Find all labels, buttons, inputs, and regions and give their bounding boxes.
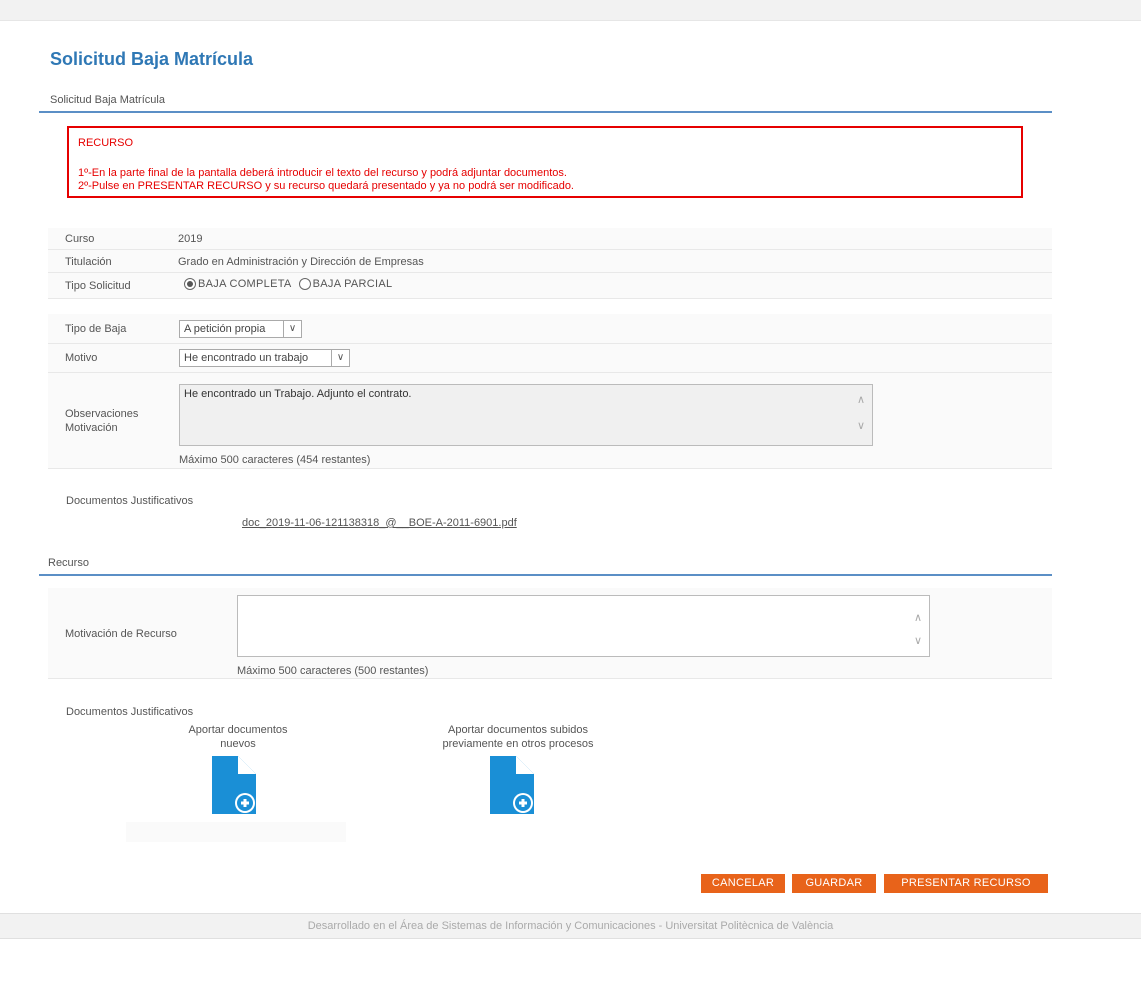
add-document-icon[interactable]	[212, 756, 256, 814]
radio-baja-parcial-label[interactable]: BAJA PARCIAL	[313, 278, 393, 290]
curso-label: Curso	[65, 233, 95, 245]
presentar-recurso-button[interactable]: PRESENTAR RECURSO	[884, 874, 1048, 893]
documento-link[interactable]: doc_2019-11-06-121138318_@__BOE-A-2011-6…	[242, 517, 517, 529]
add-existing-document-icon[interactable]	[490, 756, 534, 814]
row-motivo: Motivo He encontrado un trabajo ∨	[48, 344, 1052, 373]
observaciones-label-1: Observaciones	[65, 408, 139, 420]
observaciones-value: He encontrado un Trabajo. Adjunto el con…	[184, 388, 412, 400]
curso-value: 2019	[178, 233, 203, 245]
recurso-documentos-label: Documentos Justificativos	[66, 706, 194, 718]
cancelar-button[interactable]: CANCELAR	[701, 874, 785, 893]
page-title: Solicitud Baja Matrícula	[50, 49, 254, 69]
observaciones-hint: Máximo 500 caracteres (454 restantes)	[179, 454, 371, 466]
upload-placeholder	[126, 822, 346, 842]
titulacion-value: Grado en Administración y Dirección de E…	[178, 256, 424, 268]
top-strip	[0, 0, 1141, 21]
recurso-notice: RECURSO 1º-En la parte final de la panta…	[67, 126, 1023, 198]
row-titulacion: Titulación Grado en Administración y Dir…	[48, 250, 1052, 273]
notice-title: RECURSO	[78, 137, 134, 149]
aportar-nuevos-line-2: nuevos	[220, 738, 256, 750]
row-curso: Curso 2019	[48, 228, 1052, 250]
radio-baja-completa-label[interactable]: BAJA COMPLETA	[198, 278, 292, 290]
aportar-previos-line-1: Aportar documentos subidos	[447, 724, 589, 736]
aportar-previos-label: Aportar documentos subidos previamente e…	[406, 723, 630, 751]
recurso-section-title: Recurso	[48, 557, 89, 569]
section-divider	[39, 111, 1052, 113]
scroll-down-icon[interactable]: ∨	[854, 419, 868, 433]
observaciones-label-2: Motivación	[65, 422, 118, 434]
recurso-divider	[39, 574, 1052, 576]
aportar-nuevos-line-1: Aportar documentos	[188, 724, 288, 736]
observaciones-textarea[interactable]: He encontrado un Trabajo. Adjunto el con…	[179, 384, 873, 446]
documentos-label: Documentos Justificativos	[66, 495, 194, 507]
tipo-baja-value: A petición propia	[184, 323, 266, 335]
motivo-select[interactable]: He encontrado un trabajo ∨	[179, 349, 350, 367]
motivacion-recurso-hint: Máximo 500 caracteres (500 restantes)	[237, 665, 429, 677]
scroll-up-icon[interactable]: ∧	[854, 393, 868, 407]
section-title: Solicitud Baja Matrícula	[50, 94, 165, 106]
titulacion-label: Titulación	[65, 256, 112, 268]
footer: Desarrollado en el Área de Sistemas de I…	[0, 913, 1141, 939]
row-motivacion-recurso: Motivación de Recurso ∧ ∨ Máximo 500 car…	[48, 588, 1052, 679]
aportar-previos-line-2: previamente en otros procesos	[442, 738, 594, 750]
scroll-down-icon[interactable]: ∨	[911, 634, 925, 648]
row-observaciones: Observaciones Motivación He encontrado u…	[48, 373, 1052, 469]
tipo-baja-select[interactable]: A petición propia ∨	[179, 320, 302, 338]
motivacion-recurso-label: Motivación de Recurso	[65, 628, 177, 640]
notice-line-2: 2º-Pulse en PRESENTAR RECURSO y su recur…	[78, 180, 574, 192]
row-tipo-baja: Tipo de Baja A petición propia ∨	[48, 314, 1052, 344]
scroll-up-icon[interactable]: ∧	[911, 611, 925, 625]
motivo-label: Motivo	[65, 352, 98, 364]
tipo-baja-label: Tipo de Baja	[65, 323, 127, 335]
chevron-down-icon: ∨	[331, 350, 349, 366]
motivacion-recurso-textarea[interactable]: ∧ ∨	[237, 595, 930, 657]
row-tipo-solicitud: Tipo Solicitud BAJA COMPLETA BAJA PARCIA…	[48, 273, 1052, 299]
notice-line-1: 1º-En la parte final de la pantalla debe…	[78, 167, 567, 179]
guardar-button[interactable]: GUARDAR	[792, 874, 876, 893]
radio-baja-completa[interactable]	[184, 278, 196, 291]
radio-baja-parcial[interactable]	[298, 278, 311, 291]
motivo-value: He encontrado un trabajo	[184, 352, 309, 364]
tipo-solicitud-options: BAJA COMPLETA BAJA PARCIAL	[184, 278, 396, 291]
chevron-down-icon: ∨	[283, 321, 301, 337]
tipo-solicitud-label: Tipo Solicitud	[65, 280, 131, 292]
aportar-nuevos-label: Aportar documentos nuevos	[163, 723, 313, 751]
